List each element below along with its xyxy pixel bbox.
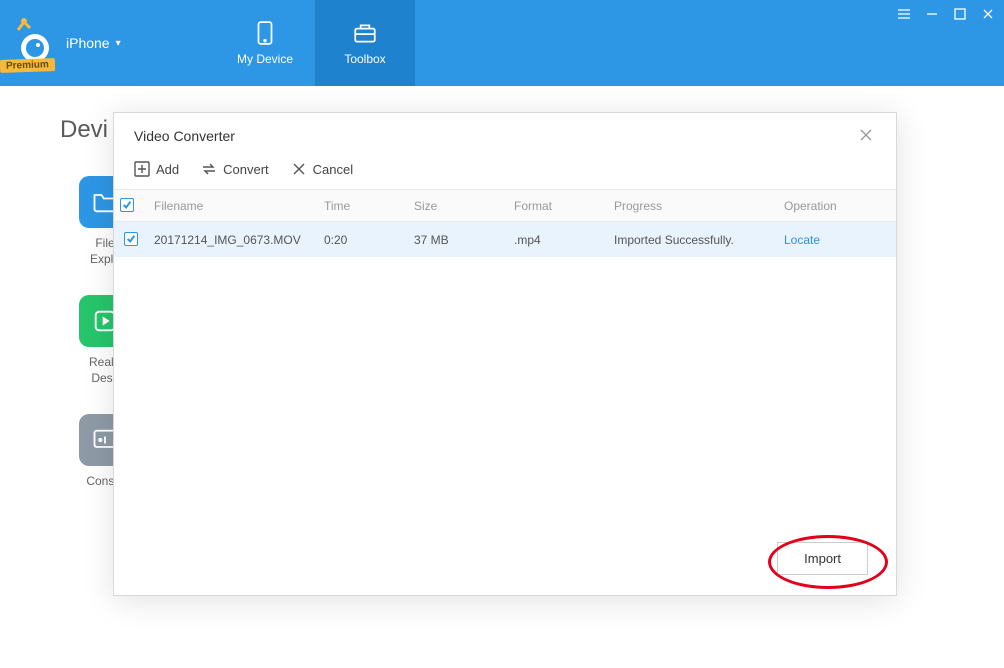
nav-my-device[interactable]: My Device	[215, 0, 315, 86]
close-window-button[interactable]	[978, 4, 998, 24]
row-checkbox-cell	[114, 222, 148, 258]
col-progress[interactable]: Progress	[608, 190, 778, 222]
button-label: Cancel	[313, 162, 353, 177]
dialog-toolbar: Add Convert Cancel	[114, 155, 896, 189]
import-button[interactable]: Import	[777, 542, 868, 575]
maximize-button[interactable]	[950, 4, 970, 24]
cell-format: .mp4	[508, 222, 608, 258]
device-selector[interactable]: iPhone ▾	[66, 35, 121, 51]
col-time[interactable]: Time	[318, 190, 408, 222]
convert-button[interactable]: Convert	[201, 161, 269, 177]
col-format[interactable]: Format	[508, 190, 608, 222]
locate-link[interactable]: Locate	[784, 233, 820, 247]
top-nav: My Device Toolbox	[215, 0, 415, 86]
plus-icon	[134, 161, 150, 177]
button-label: Add	[156, 162, 179, 177]
device-label: iPhone	[66, 35, 110, 51]
video-converter-dialog: Video Converter Add Convert Cancel	[113, 112, 897, 596]
nav-label: My Device	[237, 52, 293, 66]
cell-filename: 20171214_IMG_0673.MOV	[148, 222, 318, 258]
col-size[interactable]: Size	[408, 190, 508, 222]
table-header-row: Filename Time Size Format Progress Opera…	[114, 190, 896, 222]
cancel-button[interactable]: Cancel	[291, 161, 353, 177]
files-table: Filename Time Size Format Progress Opera…	[114, 189, 896, 257]
premium-badge: Premium	[0, 58, 55, 73]
toolbox-icon	[352, 20, 378, 46]
row-checkbox[interactable]	[124, 232, 138, 246]
header-checkbox-cell	[114, 190, 148, 222]
x-icon	[291, 161, 307, 177]
select-all-checkbox[interactable]	[120, 198, 134, 212]
menu-icon[interactable]	[894, 4, 914, 24]
brand-area: Premium iPhone ▾	[0, 0, 215, 86]
add-button[interactable]: Add	[134, 161, 179, 177]
caret-down-icon: ▾	[116, 38, 121, 49]
dialog-titlebar: Video Converter	[114, 113, 896, 155]
minimize-button[interactable]	[922, 4, 942, 24]
button-label: Convert	[223, 162, 269, 177]
dialog-footer: Import	[114, 528, 896, 595]
nav-toolbox[interactable]: Toolbox	[315, 0, 415, 86]
close-icon[interactable]	[858, 127, 876, 145]
col-operation[interactable]: Operation	[778, 190, 896, 222]
col-filename[interactable]: Filename	[148, 190, 318, 222]
table-row[interactable]: 20171214_IMG_0673.MOV 0:20 37 MB .mp4 Im…	[114, 222, 896, 258]
tablet-icon	[252, 20, 278, 46]
convert-icon	[201, 161, 217, 177]
cell-size: 37 MB	[408, 222, 508, 258]
nav-label: Toolbox	[344, 52, 385, 66]
app-header: Premium iPhone ▾ My Device Toolbox	[0, 0, 1004, 86]
window-controls	[894, 4, 998, 24]
dialog-title: Video Converter	[134, 128, 235, 144]
cell-time: 0:20	[318, 222, 408, 258]
cell-progress: Imported Successfully.	[608, 222, 778, 258]
